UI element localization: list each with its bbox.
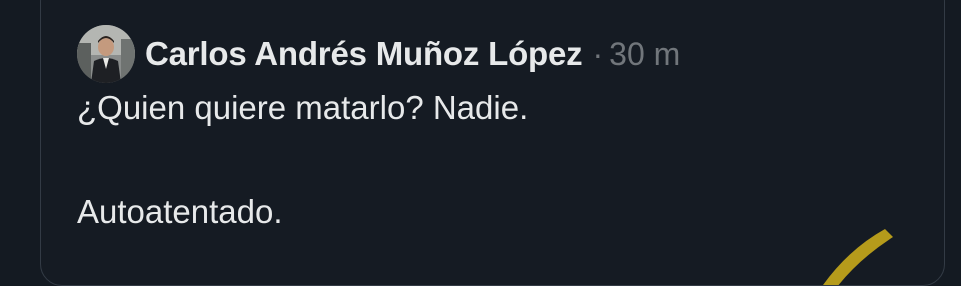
post-text-line-2: Autoatentado.: [77, 193, 283, 230]
avatar-photo-icon: [77, 25, 135, 83]
author-name[interactable]: Carlos Andrés Muñoz López: [145, 35, 583, 73]
post-text-line-1: ¿Quien quiere matarlo? Nadie.: [77, 89, 529, 126]
post-header: Carlos Andrés Muñoz López · 30 m: [77, 25, 680, 83]
post-timestamp[interactable]: 30 m: [609, 36, 680, 73]
separator-dot: ·: [592, 35, 604, 72]
watermark-graphic-icon: [823, 229, 893, 285]
author-avatar[interactable]: [77, 25, 135, 83]
quoted-post-card[interactable]: Carlos Andrés Muñoz López · 30 m ¿Quien …: [40, 0, 945, 286]
